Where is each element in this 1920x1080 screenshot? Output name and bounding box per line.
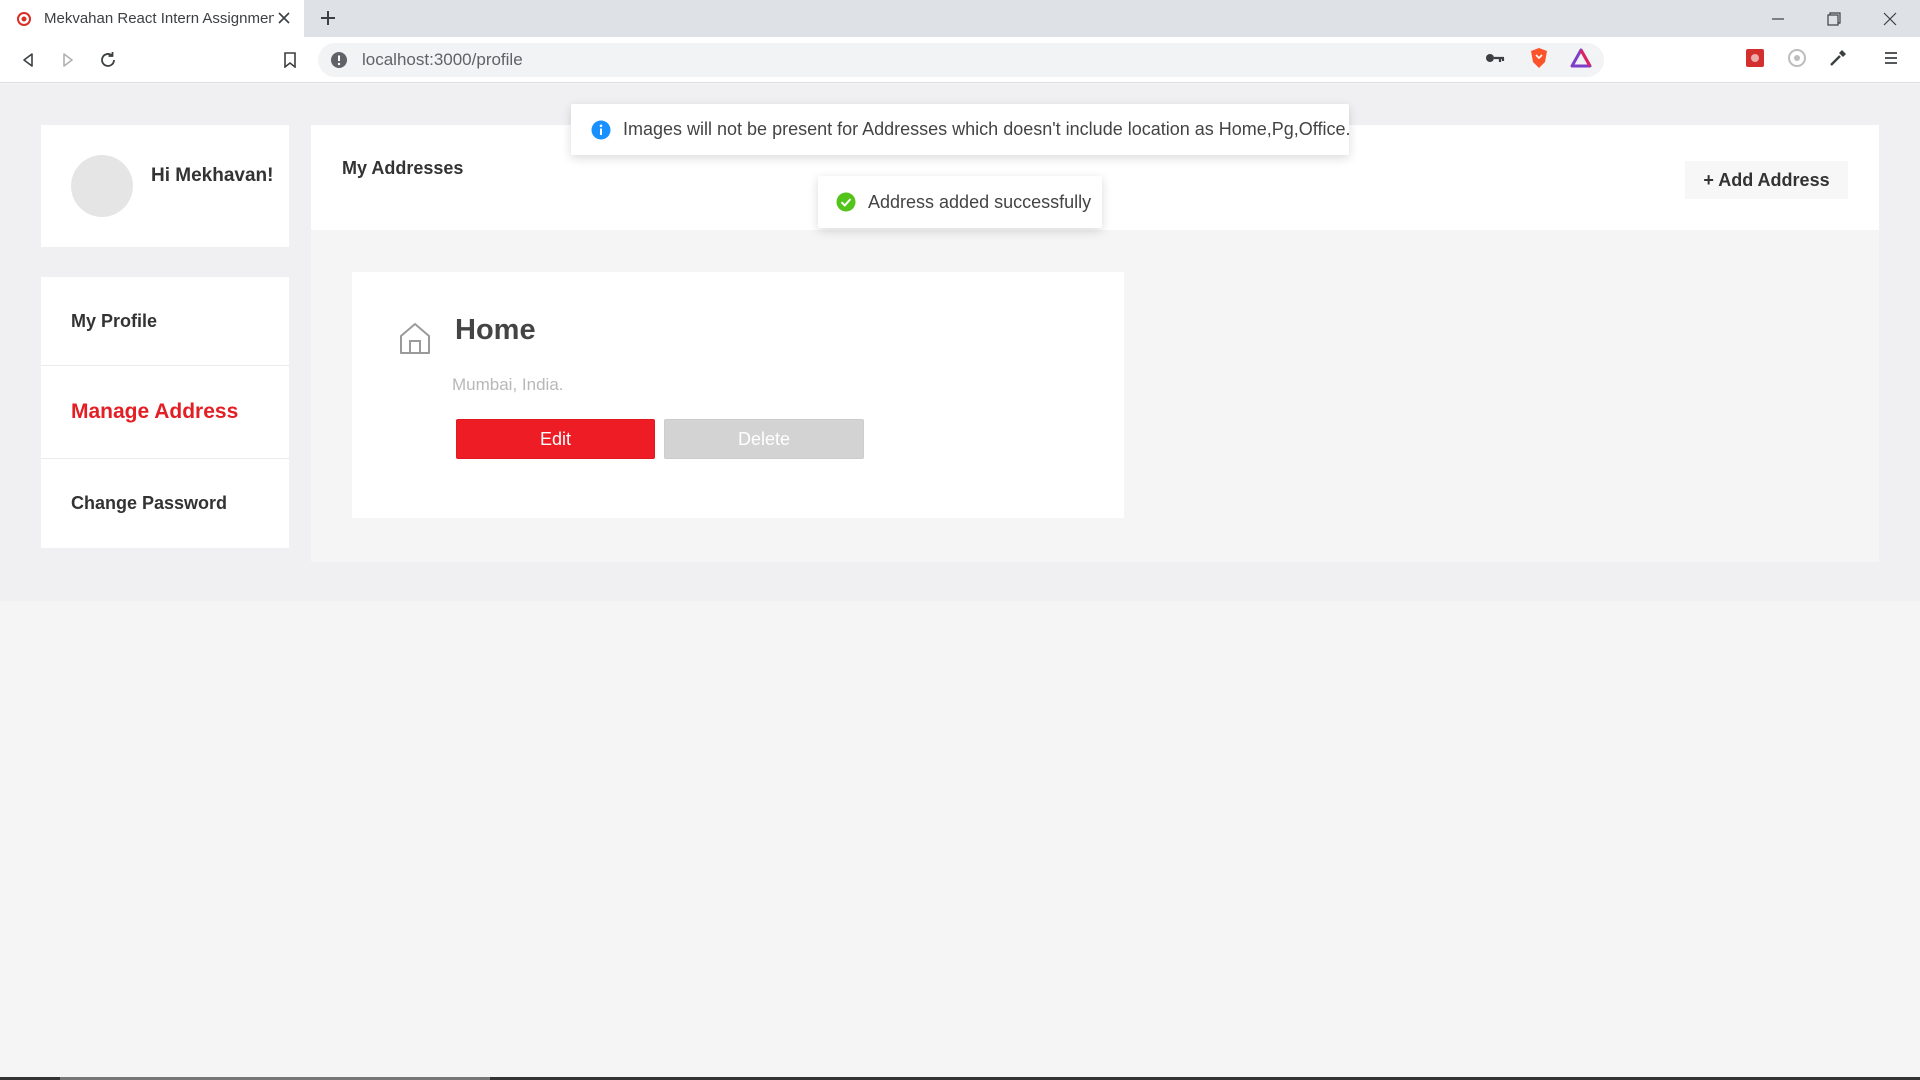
page-content: Hi Mekhavan! My Profile Manage Address C…: [0, 84, 1920, 1080]
delete-button[interactable]: Delete: [664, 419, 864, 459]
sidebar-item-manage-address[interactable]: Manage Address: [41, 366, 289, 459]
minimize-icon[interactable]: [1750, 0, 1806, 37]
new-tab-icon[interactable]: [316, 6, 340, 30]
add-address-button[interactable]: + Add Address: [1685, 161, 1848, 199]
menu-icon[interactable]: [1878, 45, 1904, 71]
browser-toolbar: localhost:3000/profile: [0, 37, 1920, 83]
extension-gray-icon[interactable]: [1784, 45, 1810, 71]
sidebar-nav: My Profile Manage Address Change Passwor…: [41, 277, 289, 548]
forward-icon[interactable]: [55, 47, 81, 73]
sidebar-item-label: Change Password: [71, 493, 228, 513]
greeting-card: Hi Mekhavan!: [41, 125, 289, 247]
home-icon: [400, 323, 430, 354]
sidebar-item-label: My Profile: [71, 310, 158, 331]
sidebar-item-label: Manage Address: [71, 400, 239, 423]
edit-button[interactable]: Edit: [456, 419, 655, 459]
brave-rewards-icon[interactable]: [1568, 45, 1594, 71]
greeting-text: Hi Mekhavan!: [151, 165, 274, 186]
avatar: [71, 155, 133, 217]
address-card: Home Mumbai, India. Edit Delete: [352, 272, 1124, 518]
success-toast: Address added successfully: [818, 176, 1102, 228]
address-location: Mumbai, India.: [452, 375, 564, 394]
key-icon[interactable]: [1482, 45, 1508, 71]
browser-tab[interactable]: Mekvahan React Intern Assignment: [0, 0, 304, 37]
brave-shield-icon[interactable]: [1526, 45, 1552, 71]
site-info-icon[interactable]: [330, 51, 348, 69]
bookmark-icon[interactable]: [277, 47, 303, 73]
sidebar-item-my-profile[interactable]: My Profile: [41, 277, 289, 366]
site-favicon-icon: [16, 11, 32, 27]
sidebar-item-change-password[interactable]: Change Password: [41, 459, 289, 548]
check-circle-icon: [836, 192, 856, 212]
info-icon: [591, 120, 611, 139]
reload-icon[interactable]: [95, 47, 121, 73]
address-title: Home: [455, 314, 536, 346]
url-text: localhost:3000/profile: [362, 50, 523, 69]
close-window-icon[interactable]: [1862, 0, 1918, 37]
address-bar[interactable]: localhost:3000/profile: [318, 43, 1604, 77]
tab-title: Mekvahan React Intern Assignment: [44, 10, 274, 27]
close-tab-icon[interactable]: [274, 8, 294, 28]
success-toast-text: Address added successfully: [868, 191, 1092, 212]
page-title: My Addresses: [342, 158, 464, 178]
info-toast: Images will not be present for Addresses…: [571, 104, 1351, 155]
info-toast-text: Images will not be present for Addresses…: [623, 119, 1351, 139]
extension-red-icon[interactable]: [1742, 45, 1768, 71]
back-icon[interactable]: [15, 47, 41, 73]
eyedropper-icon[interactable]: [1825, 45, 1851, 71]
restore-icon[interactable]: [1806, 0, 1862, 37]
browser-tab-bar: Mekvahan React Intern Assignment: [0, 0, 1920, 37]
